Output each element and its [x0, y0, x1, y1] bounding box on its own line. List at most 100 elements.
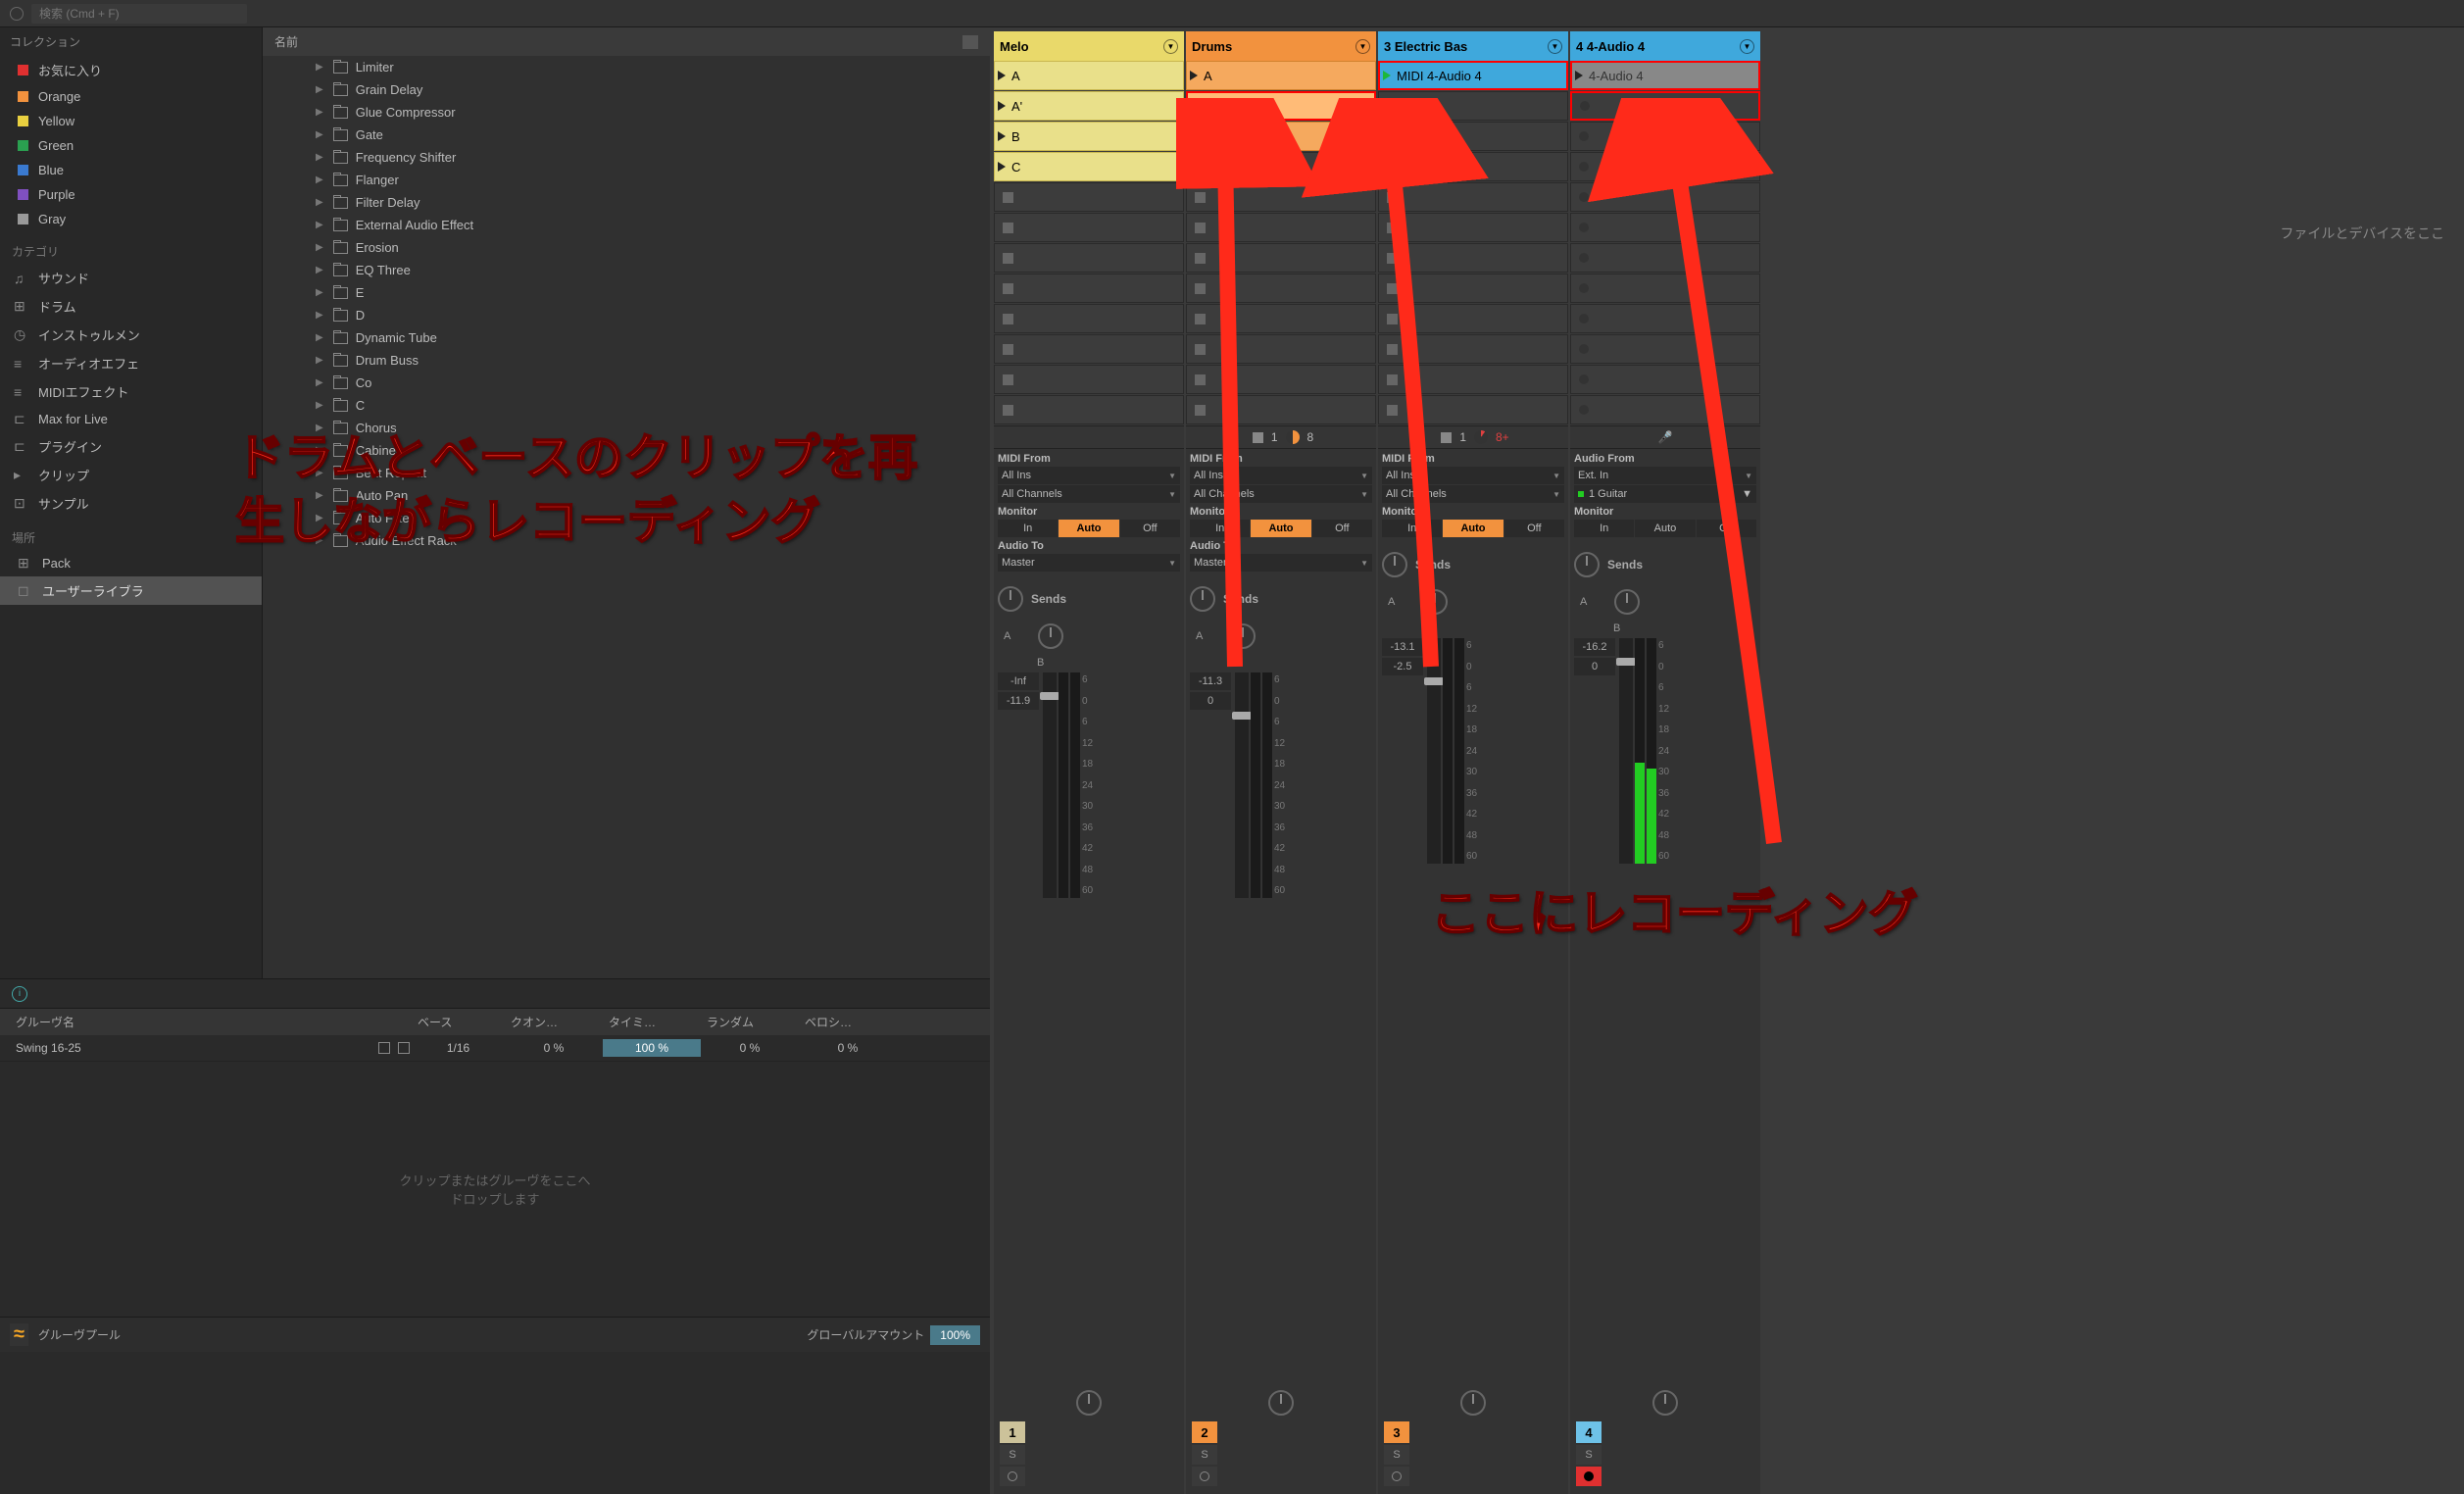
- monitor-in[interactable]: In: [1382, 520, 1442, 537]
- play-icon[interactable]: [998, 162, 1006, 172]
- io-channel-select[interactable]: All Channels▼: [1382, 485, 1564, 503]
- clip-slot[interactable]: [994, 304, 1184, 333]
- send-knob[interactable]: [1190, 586, 1215, 612]
- clip-slot[interactable]: [1186, 243, 1376, 273]
- play-icon[interactable]: [1190, 71, 1198, 80]
- record-arm[interactable]: [1000, 1467, 1025, 1486]
- pan-knob[interactable]: [1460, 1390, 1486, 1416]
- clip[interactable]: C: [994, 152, 1184, 181]
- chevron-down-icon[interactable]: ▼: [1740, 39, 1754, 54]
- track-activator[interactable]: 1: [1000, 1421, 1025, 1443]
- clip[interactable]: A: [1186, 61, 1376, 90]
- tree-item[interactable]: ▶C: [263, 394, 990, 417]
- clip-slot[interactable]: [1186, 365, 1376, 394]
- clip-slot[interactable]: [1378, 274, 1568, 303]
- send-knob[interactable]: [1382, 552, 1407, 577]
- clip-slot[interactable]: [1186, 152, 1376, 181]
- track-header[interactable]: Drums▼: [1186, 31, 1376, 61]
- tree-item[interactable]: ▶Beat Repeat: [263, 462, 990, 484]
- clip-slot[interactable]: [994, 243, 1184, 273]
- clip-slot[interactable]: [994, 365, 1184, 394]
- pan-knob[interactable]: [1076, 1390, 1102, 1416]
- tree-item[interactable]: ▶Audio Effect Rack: [263, 529, 990, 552]
- clip-slot[interactable]: [1570, 274, 1760, 303]
- clip-slot[interactable]: [1378, 304, 1568, 333]
- track-header[interactable]: Melo▼: [994, 31, 1184, 61]
- clip-slot[interactable]: [1378, 182, 1568, 212]
- clip-slot[interactable]: [994, 334, 1184, 364]
- tree-item[interactable]: ▶E: [263, 281, 990, 304]
- solo-button[interactable]: S: [1384, 1445, 1409, 1465]
- clip-slot[interactable]: [1378, 152, 1568, 181]
- clip-slot[interactable]: [1570, 91, 1760, 121]
- clip-slot[interactable]: [1378, 395, 1568, 424]
- tree-item[interactable]: ▶Drum Buss: [263, 349, 990, 372]
- clip-slot[interactable]: [994, 182, 1184, 212]
- tree-item[interactable]: ▶Grain Delay: [263, 78, 990, 101]
- send-b-knob[interactable]: [1038, 623, 1063, 649]
- peak-level[interactable]: -11.3: [1190, 672, 1231, 690]
- peak-level[interactable]: -Inf: [998, 672, 1039, 690]
- tree-header-dropdown[interactable]: [962, 35, 978, 49]
- monitor-auto[interactable]: Auto: [1059, 520, 1118, 537]
- clip-slot[interactable]: [1570, 395, 1760, 424]
- solo-button[interactable]: S: [1192, 1445, 1217, 1465]
- chevron-down-icon[interactable]: ▼: [1548, 39, 1562, 54]
- tree-item[interactable]: ▶Gate: [263, 124, 990, 146]
- monitor-in[interactable]: In: [1574, 520, 1634, 537]
- record-arm[interactable]: [1576, 1467, 1602, 1486]
- clip[interactable]: MIDI 4-Audio 4: [1378, 61, 1568, 90]
- record-arm[interactable]: [1384, 1467, 1409, 1486]
- info-icon[interactable]: i: [12, 986, 27, 1002]
- clip-slot[interactable]: [1186, 274, 1376, 303]
- tree-item[interactable]: ▶Flanger: [263, 169, 990, 191]
- monitor-auto[interactable]: Auto: [1443, 520, 1503, 537]
- tree-item[interactable]: ▶Limiter: [263, 56, 990, 78]
- send-knob[interactable]: [998, 586, 1023, 612]
- play-icon[interactable]: [1190, 131, 1198, 141]
- clip[interactable]: B: [994, 122, 1184, 151]
- monitor-off[interactable]: Off: [1120, 520, 1180, 537]
- chevron-down-icon[interactable]: ▼: [1355, 39, 1370, 54]
- clip-slot[interactable]: [1378, 243, 1568, 273]
- clip-slot[interactable]: [1186, 213, 1376, 242]
- lock-icon[interactable]: [378, 1042, 390, 1054]
- clip-slot[interactable]: [1570, 334, 1760, 364]
- io-channel-select[interactable]: All Channels▼: [1190, 485, 1372, 503]
- tree-item[interactable]: ▶Glue Compressor: [263, 101, 990, 124]
- groove-drop-area[interactable]: クリップまたはグルーヴをここへ ドロップします: [0, 1062, 990, 1317]
- record-arm[interactable]: [1192, 1467, 1217, 1486]
- collection-item[interactable]: Green: [0, 133, 262, 158]
- category-item[interactable]: ⊞ドラム: [0, 292, 262, 321]
- groove-row[interactable]: Swing 16-25 1/16 0 % 100 % 0 % 0 %: [0, 1035, 990, 1062]
- place-item[interactable]: ⊞Pack: [0, 550, 262, 576]
- tree-item[interactable]: ▶Auto Filter: [263, 507, 990, 529]
- io-input-select[interactable]: All Ins▼: [998, 467, 1180, 484]
- volume-value[interactable]: 0: [1190, 692, 1231, 710]
- io-input-select[interactable]: Ext. In▼: [1574, 467, 1756, 484]
- clip-slot[interactable]: [1186, 395, 1376, 424]
- monitor-auto[interactable]: Auto: [1251, 520, 1310, 537]
- clip-slot[interactable]: [1378, 365, 1568, 394]
- track-activator[interactable]: 4: [1576, 1421, 1602, 1443]
- play-icon[interactable]: [1191, 101, 1199, 111]
- volume-fader[interactable]: [1619, 638, 1633, 864]
- track-header[interactable]: 3 Electric Bas▼: [1378, 31, 1568, 61]
- global-amount-value[interactable]: 100%: [930, 1325, 980, 1345]
- category-item[interactable]: ⊏プラグイン: [0, 432, 262, 461]
- clip[interactable]: A: [1186, 91, 1376, 121]
- monitor-in[interactable]: In: [998, 520, 1058, 537]
- search-input[interactable]: [31, 4, 247, 24]
- clip-slot[interactable]: [1378, 213, 1568, 242]
- io-output-select[interactable]: Master▼: [998, 554, 1180, 572]
- collection-item[interactable]: Blue: [0, 158, 262, 182]
- play-icon[interactable]: [398, 1042, 410, 1054]
- clip[interactable]: B: [1186, 122, 1376, 151]
- groove-pool-icon[interactable]: ≈: [10, 1323, 28, 1346]
- tree-item[interactable]: ▶Filter Delay: [263, 191, 990, 214]
- place-item[interactable]: ◻ユーザーライブラ: [0, 576, 262, 605]
- peak-level[interactable]: -16.2: [1574, 638, 1615, 656]
- peak-level[interactable]: -13.1: [1382, 638, 1423, 656]
- clip-slot[interactable]: [1570, 243, 1760, 273]
- volume-value[interactable]: -2.5: [1382, 658, 1423, 675]
